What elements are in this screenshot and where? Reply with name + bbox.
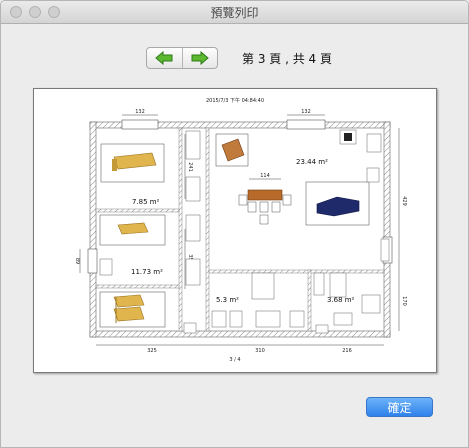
bed-icon <box>100 143 165 183</box>
room-area-label: 5.3 m² <box>216 296 239 304</box>
desk-icon <box>215 133 249 167</box>
radiator-icon <box>380 238 390 262</box>
previous-page-button[interactable] <box>147 48 182 68</box>
dim-top-right: 132 <box>301 109 311 115</box>
dim-left-side: 89 <box>74 258 80 264</box>
page-indicator: 第 3 頁 , 共 4 頁 <box>242 52 332 66</box>
bunk-bed-icon <box>99 291 166 328</box>
cabinet-icon <box>366 133 382 153</box>
title-bar: 預覽列印 <box>1 1 468 24</box>
dim-top-left: 132 <box>135 109 145 115</box>
room-area-label: 7.85 m² <box>132 198 160 206</box>
room-area-label: 3.68 m² <box>327 296 355 304</box>
dim-bottom-mid: 310 <box>255 348 265 354</box>
floor-plan: 2015/7/3 下午 04:84:40 132 132 114 325 310… <box>74 97 407 363</box>
room-area-label: 23.44 m² <box>296 158 328 166</box>
dim-bottom-left: 325 <box>147 348 157 354</box>
print-preview-page: 2015/7/3 下午 04:84:40 132 132 114 325 310… <box>33 88 437 373</box>
print-timestamp: 2015/7/3 下午 04:84:40 <box>206 97 264 104</box>
sofa-icon <box>305 181 370 226</box>
window-title: 預覽列印 <box>210 6 259 20</box>
next-page-button[interactable] <box>181 48 218 68</box>
room-area-label: 11.73 m² <box>131 268 163 276</box>
page-footer: 3 / 4 <box>229 357 240 363</box>
print-preview-window: 預覽列印 第 3 頁 , 共 4 頁 2015/7/3 下午 04:84:40 <box>0 0 469 448</box>
arrow-right-icon <box>191 51 209 65</box>
dim-table: 114 <box>260 173 270 179</box>
dim-corridor: 241 <box>187 162 193 172</box>
dim-bottom-right: 216 <box>342 348 352 354</box>
dining-table-icon <box>238 189 292 225</box>
dim-right-top: 429 <box>401 196 407 206</box>
ok-button[interactable]: 確定 <box>366 397 433 417</box>
lamp-icon <box>366 167 380 183</box>
arrow-left-icon <box>155 51 173 65</box>
bed-icon <box>99 214 166 246</box>
armchair-icon <box>339 129 357 145</box>
plant-icon <box>99 258 113 276</box>
dim-right-bottom: 170 <box>401 296 407 306</box>
page-navigation <box>146 47 218 69</box>
